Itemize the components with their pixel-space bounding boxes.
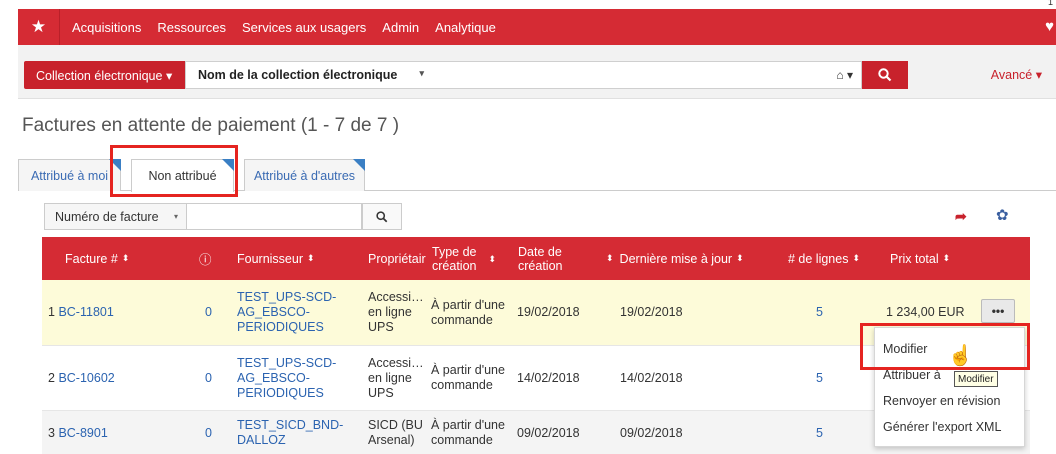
creation-type-value: À partir d'une commande bbox=[431, 418, 505, 447]
header-nb-lignes[interactable]: # de lignes ⬍ bbox=[788, 237, 860, 280]
header-alert[interactable]: ⓘ bbox=[199, 237, 212, 280]
tooltip: Modifier bbox=[954, 371, 998, 387]
header-facture[interactable]: Facture # ⬍ bbox=[65, 237, 129, 280]
chevron-down-icon: ▾ bbox=[419, 68, 424, 78]
owner-value: Accessi… en ligne UPS bbox=[368, 290, 424, 334]
search-bar-area: Collection électronique ▾ Nom de la coll… bbox=[18, 45, 1056, 99]
last-update-value: 14/02/2018 bbox=[620, 370, 683, 385]
tab-attribue-a-moi[interactable]: Attribué à moi bbox=[18, 159, 121, 191]
header-date-creation[interactable]: Date de création bbox=[518, 237, 574, 280]
invoice-link[interactable]: BC-11801 bbox=[58, 305, 113, 320]
header-label: Dernière mise à jour bbox=[619, 251, 733, 266]
sort-icon: ⬍ bbox=[488, 253, 496, 264]
sort-icon: ⬍ bbox=[942, 253, 951, 263]
header-label: Propriétair bbox=[368, 251, 426, 266]
last-update-value: 09/02/2018 bbox=[620, 425, 683, 440]
tab-label: Attribué à d'autres bbox=[253, 168, 356, 183]
vendor-link[interactable]: TEST_UPS-SCD-AG_EBSCO-PERIODIQUES bbox=[237, 280, 357, 345]
creation-date-value: 14/02/2018 bbox=[517, 370, 580, 385]
header-label: Date de création bbox=[518, 244, 563, 273]
menu-item-generer-export-xml[interactable]: Générer l'export XML bbox=[883, 420, 1001, 434]
location-pin-icon[interactable]: ♥ bbox=[1045, 18, 1054, 35]
menu-item-renvoyer-revision[interactable]: Renvoyer en révision bbox=[883, 394, 1000, 408]
header-fournisseur[interactable]: Fournisseur ⬍ bbox=[237, 237, 315, 280]
row-number: 1 bbox=[48, 305, 55, 319]
advanced-search-link[interactable]: Avancé ▾ bbox=[991, 67, 1042, 82]
header-label: Type de création bbox=[432, 244, 477, 273]
menu-ressources[interactable]: Ressources bbox=[149, 20, 234, 35]
search-button[interactable] bbox=[862, 61, 908, 89]
header-derniere-maj[interactable]: ⬍ Dernière mise à jour ⬍ bbox=[606, 237, 744, 280]
menu-services-usagers[interactable]: Services aux usagers bbox=[234, 20, 374, 35]
menu-analytique[interactable]: Analytique bbox=[427, 20, 504, 35]
annotation-highlight-box bbox=[860, 323, 1030, 370]
filter-field-select[interactable]: Numéro de facture ▾ bbox=[44, 203, 187, 230]
vendor-link[interactable]: TEST_UPS-SCD-AG_EBSCO-PERIODIQUES bbox=[237, 346, 357, 410]
favorites-star-icon[interactable]: ★ bbox=[18, 9, 60, 45]
alert-icon: ⓘ bbox=[199, 253, 212, 267]
search-scope-selector[interactable]: Nom de la collection électronique ▾ bbox=[186, 68, 432, 82]
export-icon[interactable]: ➦ bbox=[955, 208, 967, 225]
sort-icon: ⬍ bbox=[606, 253, 614, 263]
row-number-facture[interactable]: 2 BC-10602 bbox=[48, 346, 115, 410]
tab-label: Attribué à moi bbox=[30, 168, 109, 183]
corner-number: 1 bbox=[1047, 0, 1053, 7]
menu-acquisitions[interactable]: Acquisitions bbox=[64, 20, 149, 35]
owner-value: SICD (BU Arsenal) bbox=[368, 418, 423, 447]
chevron-down-icon: ▾ bbox=[173, 212, 178, 221]
table-header: Facture # ⬍ ⓘ Fournisseur ⬍ Propriétair Ty… bbox=[42, 237, 1030, 280]
creation-type-value: À partir d'une commande bbox=[431, 297, 505, 327]
line-count-link[interactable]: 5 bbox=[816, 346, 823, 410]
header-label: Facture # bbox=[65, 251, 118, 266]
main-menu: Acquisitions Ressources Services aux usa… bbox=[60, 9, 504, 45]
search-icon bbox=[376, 210, 388, 222]
filter-field-label: Numéro de facture bbox=[55, 209, 159, 224]
alert-count[interactable]: 0 bbox=[205, 346, 212, 410]
sort-icon: ⬍ bbox=[736, 253, 744, 263]
sort-icon: ⬍ bbox=[307, 253, 315, 263]
pointer-hand-icon: ☝ bbox=[948, 345, 973, 367]
tab-flag-icon bbox=[353, 159, 365, 171]
menu-item-attribuer[interactable]: Attribuer à bbox=[883, 368, 941, 382]
filter-search-button[interactable] bbox=[362, 203, 402, 230]
header-prix-total[interactable]: Prix total ⬍ bbox=[890, 237, 950, 280]
filter-input[interactable] bbox=[187, 203, 362, 230]
top-navigation-bar: ★ Acquisitions Ressources Services aux u… bbox=[18, 9, 1056, 45]
creation-type-value: À partir d'une commande bbox=[431, 363, 505, 392]
menu-admin[interactable]: Admin bbox=[374, 20, 427, 35]
row-number-facture[interactable]: 3 BC-8901 bbox=[48, 411, 108, 454]
gear-icon[interactable]: ✿ bbox=[996, 206, 1009, 224]
last-update-value: 19/02/2018 bbox=[620, 305, 683, 319]
alert-count[interactable]: 0 bbox=[205, 411, 212, 454]
creation-date-value: 09/02/2018 bbox=[517, 425, 580, 440]
search-scope-label: Nom de la collection électronique bbox=[198, 68, 398, 82]
row-number: 3 bbox=[48, 425, 55, 440]
header-type-creation[interactable]: Type de création ⬍ bbox=[432, 237, 496, 280]
page-title: Factures en attente de paiement (1 - 7 d… bbox=[22, 115, 400, 136]
creation-date-value: 19/02/2018 bbox=[517, 305, 580, 319]
vendor-link[interactable]: TEST_SICD_BND-DALLOZ bbox=[237, 411, 357, 454]
home-scope-icon[interactable]: ⌂ ▾ bbox=[836, 68, 853, 82]
header-proprietaire[interactable]: Propriétair bbox=[368, 237, 426, 280]
header-label: Prix total bbox=[890, 251, 939, 266]
collection-type-dropdown[interactable]: Collection électronique ▾ bbox=[24, 61, 185, 89]
line-count-link[interactable]: 5 bbox=[816, 411, 823, 454]
annotation-highlight-box bbox=[110, 145, 238, 197]
owner-value: Accessi… en ligne UPS bbox=[368, 355, 424, 400]
invoice-link[interactable]: BC-8901 bbox=[58, 426, 107, 441]
alert-count[interactable]: 0 bbox=[205, 280, 212, 345]
line-count-link[interactable]: 5 bbox=[816, 280, 823, 345]
sort-icon: ⬍ bbox=[852, 253, 861, 263]
search-input[interactable]: Nom de la collection électronique ▾ ⌂ ▾ bbox=[185, 61, 862, 89]
header-label: Fournisseur bbox=[237, 251, 303, 266]
sort-icon: ⬍ bbox=[121, 253, 130, 263]
row-number: 2 bbox=[48, 370, 55, 385]
row-actions-button[interactable]: ••• bbox=[981, 299, 1015, 323]
row-number-facture[interactable]: 1 BC-11801 bbox=[48, 280, 114, 345]
tab-attribue-a-d-autres[interactable]: Attribué à d'autres bbox=[244, 159, 365, 191]
invoice-link[interactable]: BC-10602 bbox=[58, 371, 114, 386]
header-label: # de lignes bbox=[788, 251, 849, 266]
search-icon bbox=[878, 68, 892, 82]
